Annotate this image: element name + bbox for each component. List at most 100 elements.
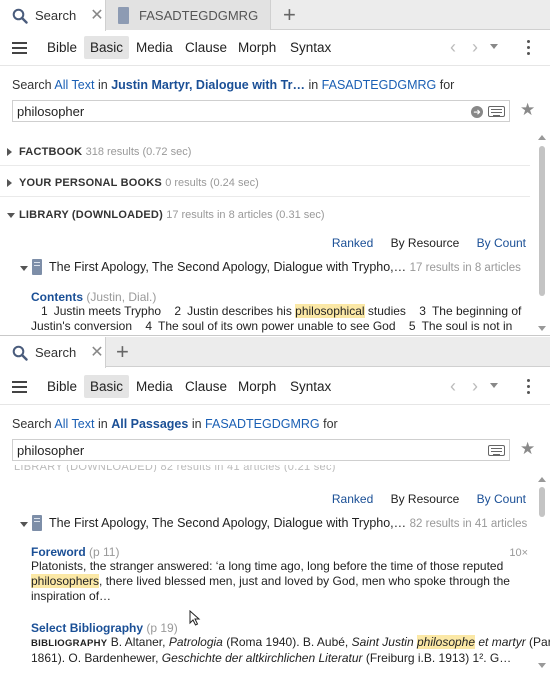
- keyboard-icon[interactable]: [488, 106, 505, 117]
- hit-snippet[interactable]: 1 Justin meets Trypho 2 Justin describes h…: [31, 304, 531, 334]
- section-library[interactable]: LIBRARY (DOWNLOADED) 17 results in 8 art…: [0, 201, 530, 229]
- close-tab-icon[interactable]: ✕: [90, 344, 103, 361]
- item-text: Justin describes his: [187, 304, 292, 318]
- mouse-pointer-icon: [189, 610, 201, 626]
- mode-bible[interactable]: Bible: [47, 379, 77, 394]
- highlighted-term: philosophers: [31, 574, 100, 588]
- scope-collection-link[interactable]: FASADTEGDGMRG: [322, 78, 437, 92]
- close-tab-icon[interactable]: ✕: [90, 7, 103, 24]
- item-number: 3: [419, 304, 426, 318]
- search-icon: [12, 345, 28, 361]
- scope-in: in: [308, 78, 319, 92]
- snippet-italic: et martyr: [475, 635, 526, 649]
- scope-resource-link[interactable]: Justin Martyr, Dialogue with Tr…: [111, 78, 305, 92]
- search-input[interactable]: philosopher ➜: [12, 100, 510, 122]
- forward-arrow-icon[interactable]: ›: [472, 38, 478, 56]
- chevron-down-icon[interactable]: [490, 383, 498, 388]
- chevron-down-icon[interactable]: [490, 44, 498, 49]
- hamburger-icon[interactable]: [12, 42, 27, 54]
- mode-syntax[interactable]: Syntax: [290, 379, 331, 394]
- hit-heading[interactable]: Foreword (p 11): [31, 545, 119, 559]
- add-tab-button[interactable]: +: [283, 3, 296, 27]
- hit-title-link[interactable]: Foreword: [31, 545, 86, 559]
- sort-by-count[interactable]: By Count: [477, 492, 526, 506]
- snippet-text: 1861). O. Bardenhewer,: [31, 651, 162, 665]
- scroll-down-arrow[interactable]: [538, 326, 546, 331]
- collapse-triangle-icon[interactable]: [7, 213, 15, 218]
- search-input[interactable]: philosopher: [12, 439, 510, 461]
- snippet-text: B. Altaner,: [107, 635, 169, 649]
- mode-basic[interactable]: Basic: [84, 36, 130, 59]
- sort-ranked[interactable]: Ranked: [332, 236, 373, 250]
- sort-by-resource[interactable]: By Resource: [391, 492, 460, 506]
- kebab-menu-icon[interactable]: [527, 40, 531, 58]
- expand-triangle-icon[interactable]: [7, 148, 12, 156]
- hit-heading[interactable]: Select Bibliography (p 19): [31, 621, 178, 635]
- section-name: YOUR PERSONAL BOOKS: [19, 177, 162, 189]
- vertical-scrollbar[interactable]: [539, 487, 545, 517]
- search-toolbar: Bible Basic Media Clause Morph Syntax ‹ …: [0, 30, 550, 66]
- hit-heading[interactable]: Contents (Justin, Dial.): [31, 290, 156, 304]
- vertical-scrollbar[interactable]: [539, 146, 545, 296]
- scope-collection-link[interactable]: FASADTEGDGMRG: [205, 417, 320, 431]
- mode-bible[interactable]: Bible: [47, 40, 77, 55]
- scroll-down-arrow[interactable]: [538, 663, 546, 668]
- mode-clause[interactable]: Clause: [185, 379, 227, 394]
- hit-reference: (Justin, Dial.): [86, 290, 157, 304]
- collapse-triangle-icon[interactable]: [20, 266, 28, 271]
- section-factbook[interactable]: FACTBOOK 318 results (0.72 sec): [0, 138, 530, 166]
- star-icon[interactable]: ★: [520, 440, 535, 458]
- tab-search[interactable]: Search ✕: [0, 0, 106, 31]
- forward-arrow-icon[interactable]: ›: [472, 377, 478, 395]
- kebab-menu-icon[interactable]: [527, 379, 531, 397]
- mode-media[interactable]: Media: [136, 40, 173, 55]
- sort-by-count[interactable]: By Count: [477, 236, 526, 250]
- hit-title-link[interactable]: Select Bibliography: [31, 621, 143, 635]
- resource-result-row[interactable]: The First Apology, The Second Apology, D…: [0, 515, 530, 535]
- mode-morph[interactable]: Morph: [238, 379, 276, 394]
- snippet-line: , there lived blessed men, just and love…: [99, 574, 510, 588]
- resource-count: 17 results in 8 articles: [409, 262, 521, 274]
- star-icon[interactable]: ★: [520, 101, 535, 119]
- item-text: The soul of its own power unable to see …: [158, 319, 396, 333]
- snippet-line: inspiration of…: [31, 589, 112, 603]
- hit-snippet[interactable]: Platonists, the stranger answered: ‘a lo…: [31, 559, 511, 604]
- mode-morph[interactable]: Morph: [238, 40, 276, 55]
- resource-title[interactable]: The First Apology, The Second Apology, D…: [49, 260, 406, 274]
- sort-ranked[interactable]: Ranked: [332, 492, 373, 506]
- hit-snippet[interactable]: BIBLIOGRAPHY B. Altaner, Patrologia (Rom…: [31, 635, 550, 666]
- collapse-triangle-icon[interactable]: [20, 522, 28, 527]
- back-arrow-icon[interactable]: ‹: [450, 38, 456, 56]
- keyboard-icon[interactable]: [488, 445, 505, 456]
- expand-triangle-icon[interactable]: [7, 179, 12, 187]
- item-text: The soul is not in: [421, 319, 513, 333]
- tab-search[interactable]: Search ✕: [0, 337, 106, 368]
- search-query-text[interactable]: philosopher: [17, 104, 84, 119]
- mode-media[interactable]: Media: [136, 379, 173, 394]
- scope-passages-link[interactable]: All Passages: [111, 417, 188, 431]
- mode-basic[interactable]: Basic: [84, 375, 130, 398]
- mode-clause[interactable]: Clause: [185, 40, 227, 55]
- section-personal-books[interactable]: YOUR PERSONAL BOOKS 0 results (0.24 sec): [0, 169, 530, 197]
- resource-title[interactable]: The First Apology, The Second Apology, D…: [49, 516, 406, 530]
- resource-result-row[interactable]: The First Apology, The Second Apology, D…: [0, 259, 530, 279]
- resource-count: 82 results in 41 articles: [409, 518, 528, 530]
- sort-by-resource[interactable]: By Resource: [391, 236, 460, 250]
- go-arrow-icon[interactable]: ➜: [471, 106, 483, 118]
- scope-all-text-link[interactable]: All Text: [54, 417, 94, 431]
- scroll-up-arrow[interactable]: [538, 135, 546, 140]
- hamburger-icon[interactable]: [12, 381, 27, 393]
- hit-title-link[interactable]: Contents: [31, 290, 83, 304]
- item-text: Justin's conversion: [31, 319, 133, 333]
- tab-resource[interactable]: FASADTEGDGMRG: [106, 0, 271, 30]
- scroll-up-arrow[interactable]: [538, 477, 546, 482]
- back-arrow-icon[interactable]: ‹: [450, 377, 456, 395]
- mode-syntax[interactable]: Syntax: [290, 40, 331, 55]
- item-number: 4: [145, 319, 153, 333]
- scope-all-text-link[interactable]: All Text: [54, 78, 94, 92]
- snippet-italic: Saint Justin: [351, 635, 417, 649]
- section-count: 318 results (0.72 sec): [85, 146, 192, 158]
- add-tab-button[interactable]: +: [116, 340, 129, 364]
- search-query-text[interactable]: philosopher: [17, 443, 84, 458]
- snippet-italic: Geschichte der altkirchlichen Literatur: [161, 651, 363, 665]
